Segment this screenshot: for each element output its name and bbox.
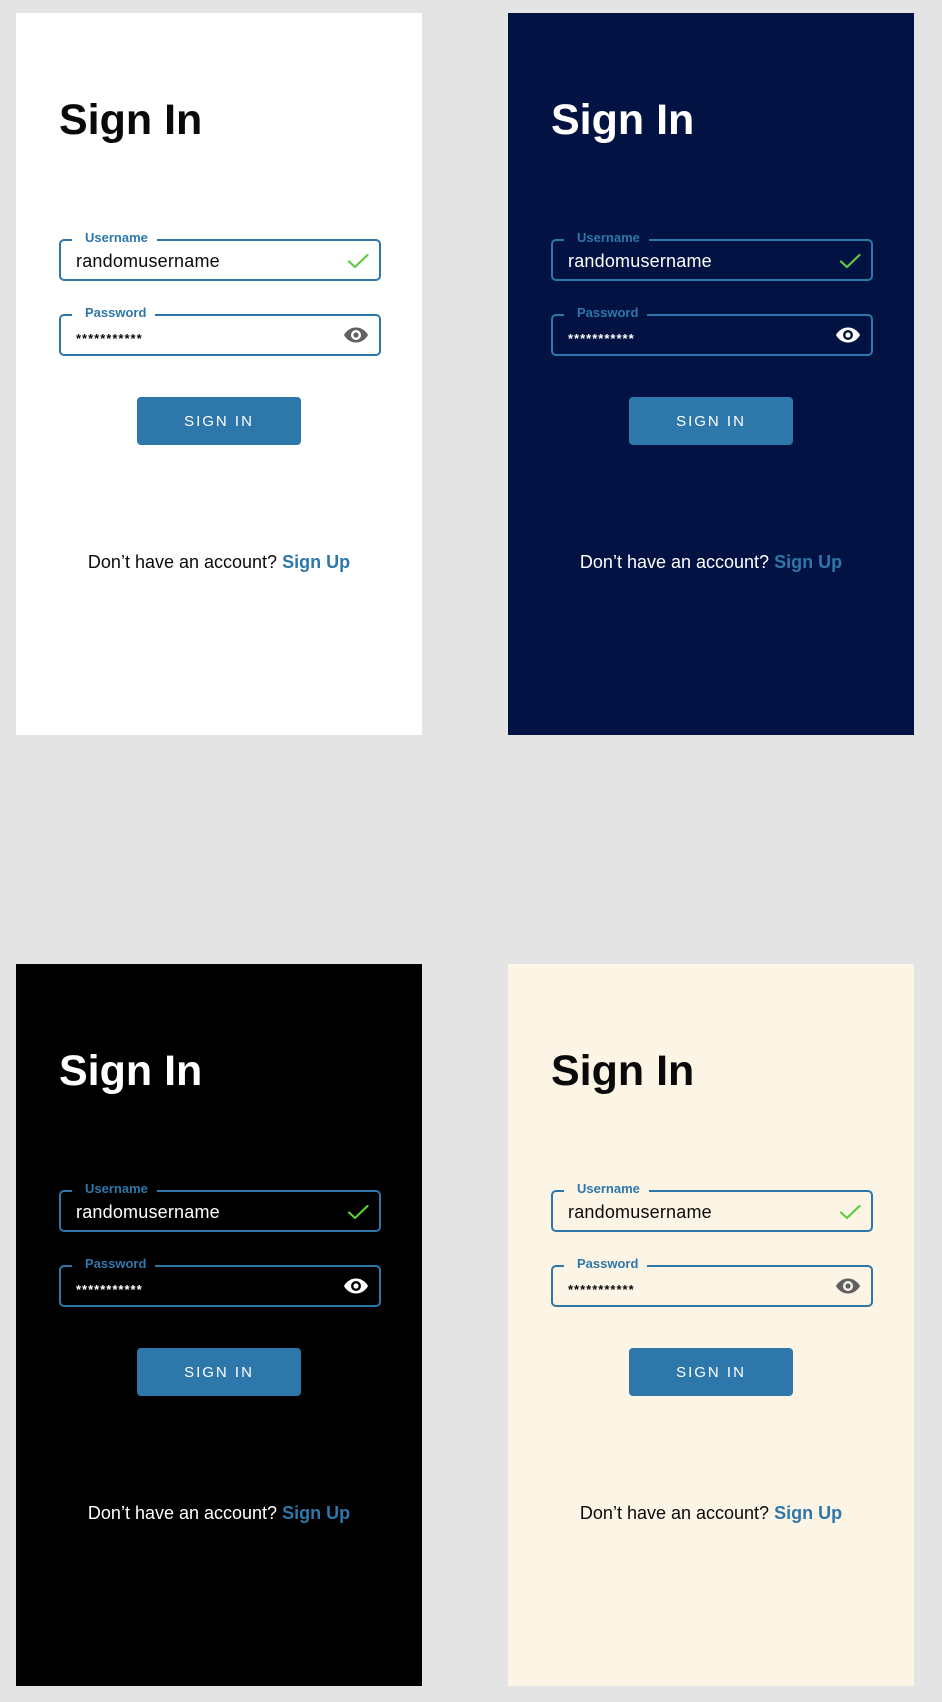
password-label: Password (72, 1255, 156, 1273)
page-title: Sign In (59, 1047, 203, 1095)
password-input[interactable]: *********** (76, 1280, 143, 1300)
sign-up-link[interactable]: Sign Up (774, 1503, 842, 1523)
sign-in-screen-black: Sign In Username randomusername Password… (16, 964, 422, 1686)
signup-row: Don’t have an account? Sign Up (16, 1501, 422, 1525)
check-icon (347, 1204, 369, 1220)
password-label: Password (72, 304, 156, 322)
page-title: Sign In (59, 96, 203, 144)
username-input[interactable]: randomusername (76, 251, 220, 271)
signup-prompt: Don’t have an account? (87, 552, 278, 572)
eye-icon[interactable] (835, 326, 861, 344)
password-field[interactable]: Password *********** (59, 304, 381, 356)
username-label: Username (72, 229, 157, 247)
page-title: Sign In (551, 1047, 695, 1095)
signup-row: Don’t have an account? Sign Up (508, 1501, 914, 1525)
check-icon (839, 253, 861, 269)
username-label: Username (564, 1180, 649, 1198)
signup-row: Don’t have an account? Sign Up (16, 550, 422, 574)
signup-prompt: Don’t have an account? (579, 1503, 770, 1523)
username-input[interactable]: randomusername (568, 1202, 712, 1222)
username-field[interactable]: Username randomusername (59, 1180, 381, 1232)
sign-in-button[interactable]: SIGN IN (137, 397, 301, 445)
username-field[interactable]: Username randomusername (59, 229, 381, 281)
check-icon (839, 1204, 861, 1220)
password-input[interactable]: *********** (76, 329, 143, 349)
sign-in-screen-cream: Sign In Username randomusername Password… (508, 964, 914, 1686)
sign-up-link[interactable]: Sign Up (774, 552, 842, 572)
username-label: Username (564, 229, 649, 247)
sign-in-button[interactable]: SIGN IN (629, 397, 793, 445)
password-input[interactable]: *********** (568, 329, 635, 349)
sign-in-screen-light: Sign In Username randomusername Password… (16, 13, 422, 735)
username-input[interactable]: randomusername (76, 1202, 220, 1222)
sign-up-link[interactable]: Sign Up (282, 552, 350, 572)
sign-in-screen-navy: Sign In Username randomusername Password… (508, 13, 914, 735)
sign-in-button[interactable]: SIGN IN (629, 1348, 793, 1396)
sign-up-link[interactable]: Sign Up (282, 1503, 350, 1523)
password-label: Password (564, 1255, 648, 1273)
password-label: Password (564, 304, 648, 322)
password-field[interactable]: Password *********** (59, 1255, 381, 1307)
eye-icon[interactable] (343, 1277, 369, 1295)
password-input[interactable]: *********** (568, 1280, 635, 1300)
signup-prompt: Don’t have an account? (579, 552, 770, 572)
sign-in-button[interactable]: SIGN IN (137, 1348, 301, 1396)
username-field[interactable]: Username randomusername (551, 229, 873, 281)
eye-icon[interactable] (835, 1277, 861, 1295)
password-field[interactable]: Password *********** (551, 304, 873, 356)
username-label: Username (72, 1180, 157, 1198)
username-input[interactable]: randomusername (568, 251, 712, 271)
signup-row: Don’t have an account? Sign Up (508, 550, 914, 574)
page-title: Sign In (551, 96, 695, 144)
username-field[interactable]: Username randomusername (551, 1180, 873, 1232)
eye-icon[interactable] (343, 326, 369, 344)
check-icon (347, 253, 369, 269)
signup-prompt: Don’t have an account? (87, 1503, 278, 1523)
password-field[interactable]: Password *********** (551, 1255, 873, 1307)
